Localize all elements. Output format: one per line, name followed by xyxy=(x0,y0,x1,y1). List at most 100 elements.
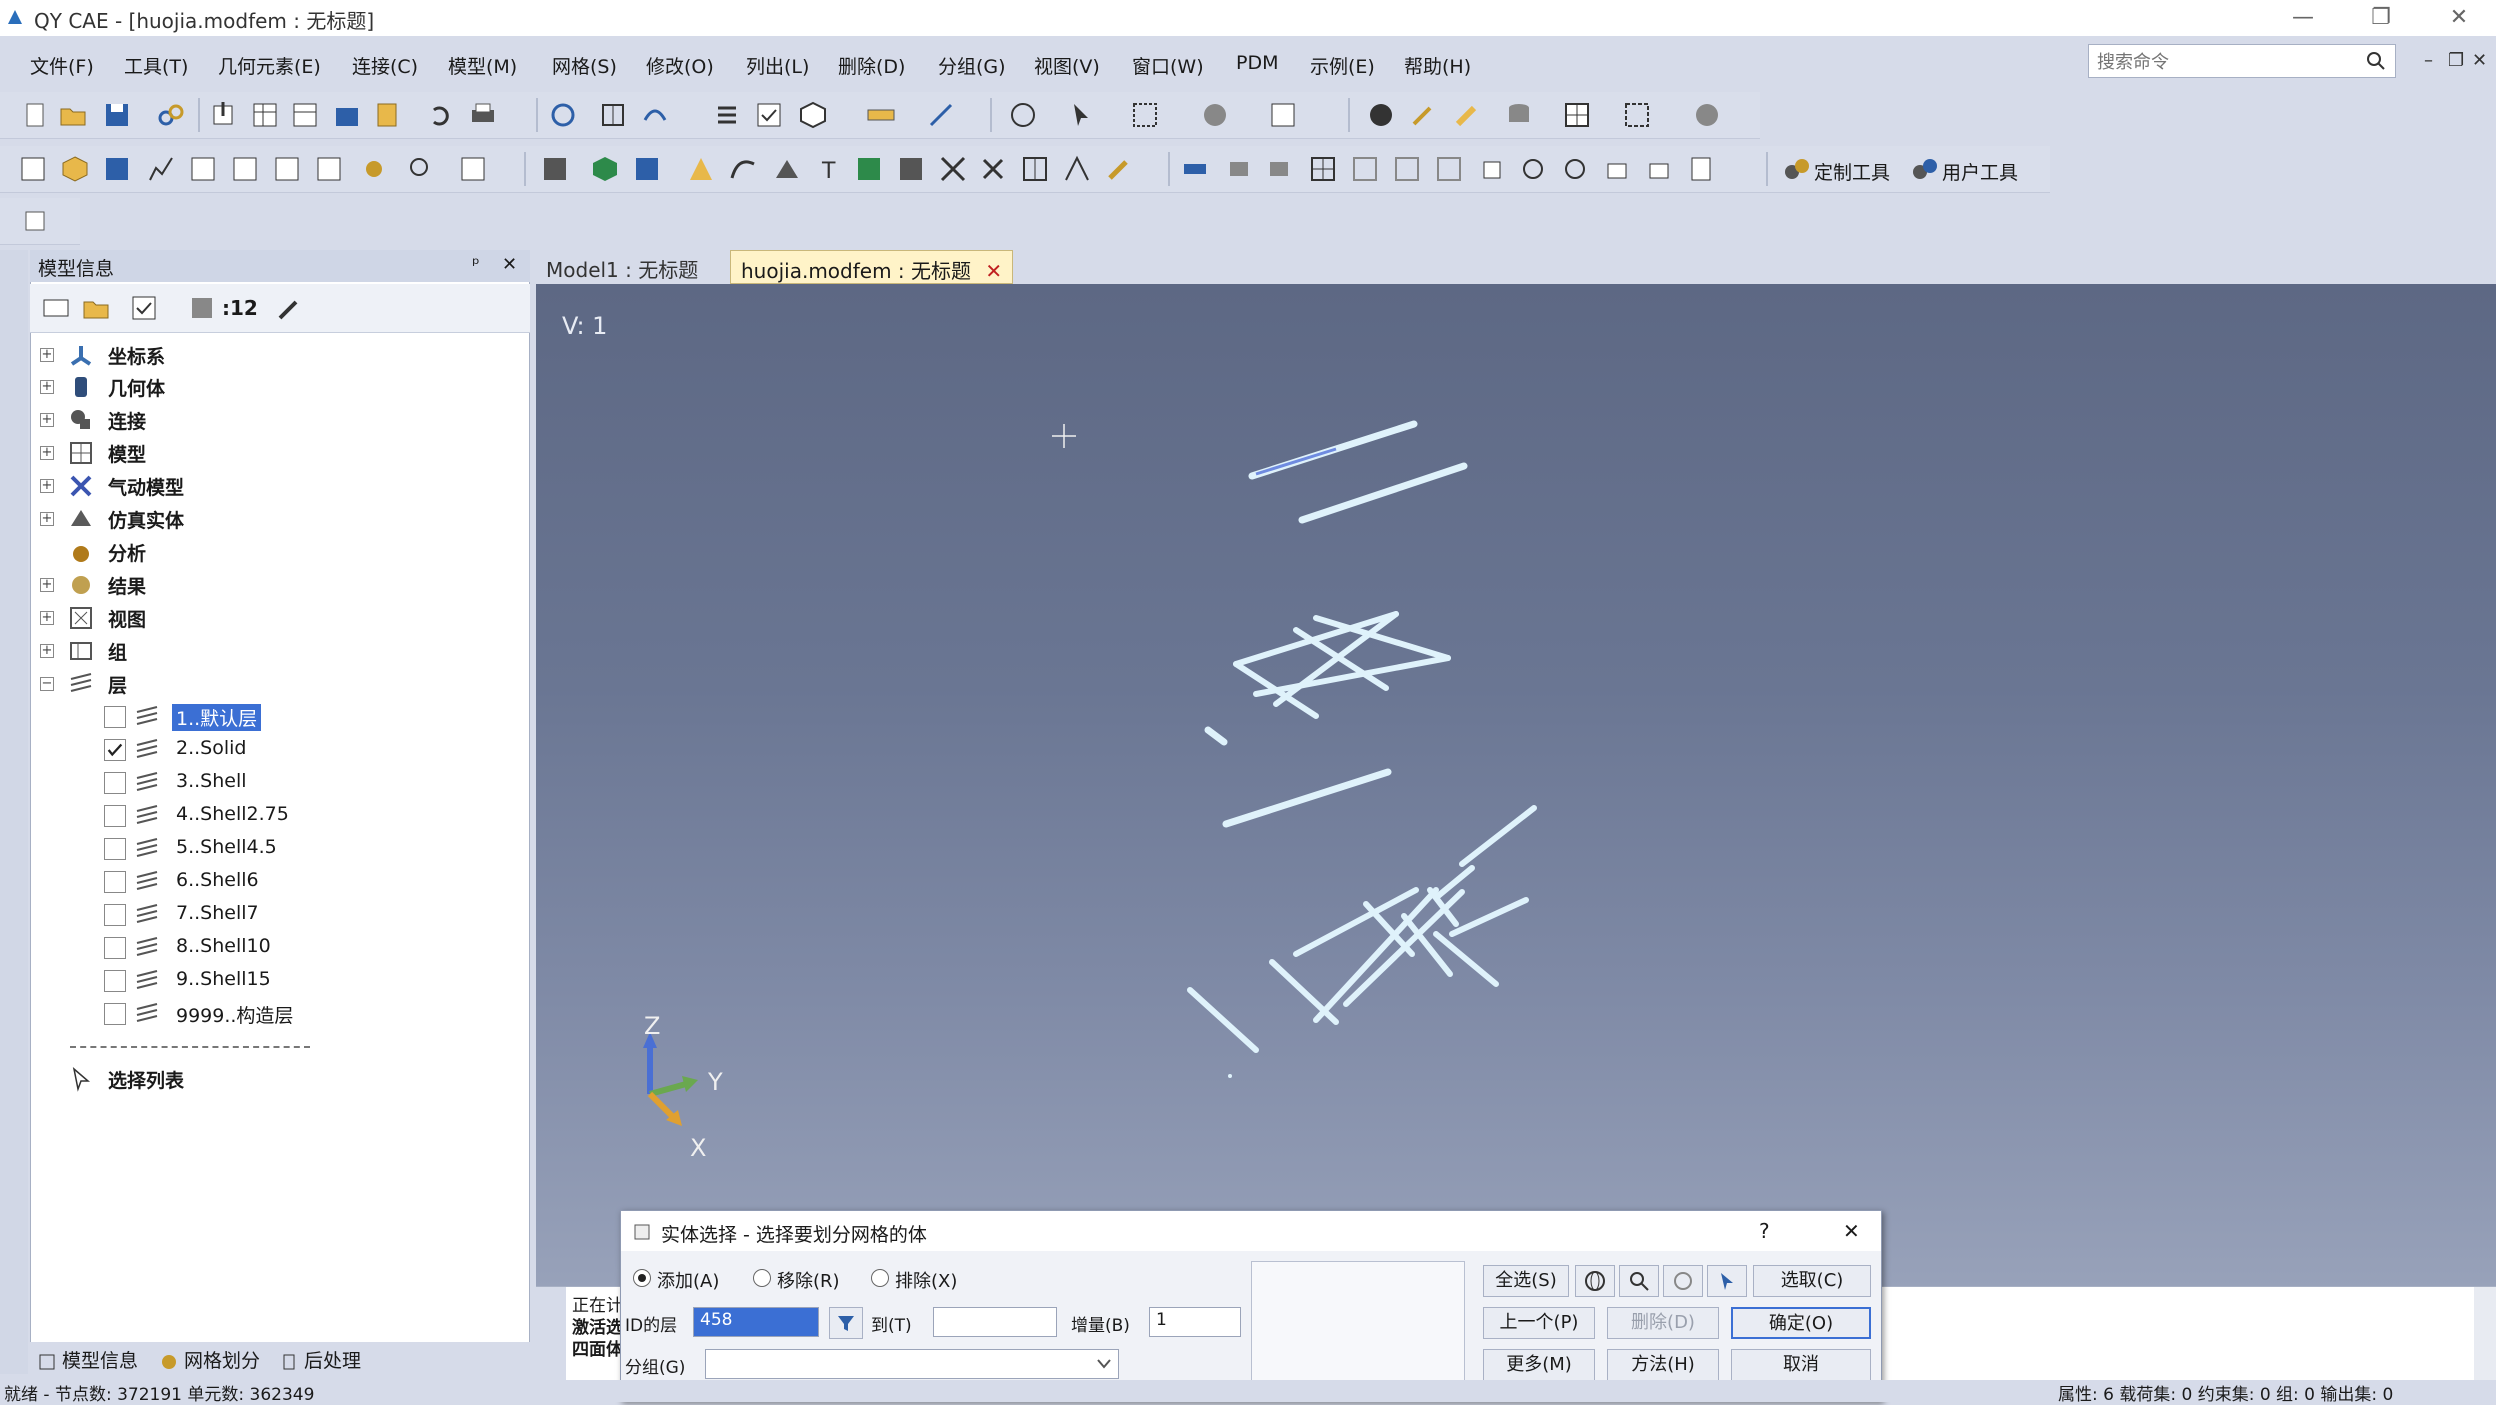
menu-help[interactable]: 帮助(H) xyxy=(1404,52,1471,79)
dialog-close-button[interactable]: ✕ xyxy=(1843,1219,1860,1243)
method-button[interactable]: 方法(H) xyxy=(1607,1349,1719,1381)
expand-toggle[interactable]: + xyxy=(40,413,54,427)
report-icon[interactable] xyxy=(372,100,402,130)
select-all-button[interactable]: 全选(S) xyxy=(1483,1265,1569,1297)
collapse-toggle[interactable]: − xyxy=(40,677,54,691)
user-tools-icon[interactable] xyxy=(1910,154,1940,184)
expand-toggle[interactable]: + xyxy=(40,446,54,460)
layer-checkbox[interactable] xyxy=(104,937,126,959)
undo-icon[interactable] xyxy=(426,100,456,130)
load-icon[interactable] xyxy=(230,154,260,184)
volume-icon[interactable] xyxy=(854,154,884,184)
material-icon[interactable] xyxy=(102,154,132,184)
tab-model-info[interactable]: 模型信息 xyxy=(38,1346,138,1373)
fit-view-icon[interactable] xyxy=(598,100,628,130)
ok-button[interactable]: 确定(O) xyxy=(1731,1307,1871,1339)
layout-icon[interactable] xyxy=(1562,100,1592,130)
property-icon[interactable] xyxy=(188,154,218,184)
link-icon[interactable] xyxy=(156,100,186,130)
table-icon[interactable] xyxy=(250,100,280,130)
expand-all-icon[interactable] xyxy=(42,294,70,322)
measure-icon[interactable] xyxy=(926,100,956,130)
expand-toggle[interactable]: + xyxy=(40,578,54,592)
ruler-icon[interactable] xyxy=(866,100,896,130)
layout-b-icon[interactable] xyxy=(1392,154,1422,184)
print-icon[interactable] xyxy=(468,100,498,130)
mesh-control-icon[interactable] xyxy=(632,154,662,184)
layer-checkbox[interactable] xyxy=(104,970,126,992)
tab-huojia[interactable]: huojia.modfem : 无标题 ✕ xyxy=(730,250,1014,284)
surface-icon[interactable] xyxy=(772,154,802,184)
layer-checkbox[interactable] xyxy=(104,739,126,761)
command-search[interactable] xyxy=(2088,44,2396,78)
cube-icon[interactable] xyxy=(798,100,828,130)
restore-button[interactable]: ❐ xyxy=(2358,2,2404,34)
grid-icon[interactable] xyxy=(1020,154,1050,184)
menu-delete[interactable]: 删除(D) xyxy=(838,52,905,79)
close-button[interactable]: ✕ xyxy=(2436,2,2482,34)
layer-checkbox[interactable] xyxy=(104,706,126,728)
menu-geometry[interactable]: 几何元素(E) xyxy=(218,52,321,79)
graphics-viewport[interactable]: V: 1 Z Y X xyxy=(536,284,2496,1290)
custom-tools-icon[interactable] xyxy=(1782,154,1812,184)
output-panel-handle[interactable] xyxy=(536,1287,566,1381)
menu-file[interactable]: 文件(F) xyxy=(30,52,94,79)
reflect-icon[interactable] xyxy=(1644,154,1674,184)
check-all-icon[interactable] xyxy=(130,294,158,322)
group-select[interactable] xyxy=(705,1349,1119,1379)
user-tools-label[interactable]: 用户工具 xyxy=(1942,158,2018,185)
panel-close-icon[interactable]: ✕ xyxy=(502,254,517,275)
pin-icon[interactable]: ᵖ xyxy=(472,254,480,275)
box-select-icon[interactable] xyxy=(1130,100,1160,130)
model-geometry[interactable] xyxy=(536,284,2496,1290)
scale-icon[interactable] xyxy=(1602,154,1632,184)
folder-up-icon[interactable] xyxy=(82,294,110,322)
menu-model[interactable]: 模型(M) xyxy=(448,52,517,79)
extra-tool-icon[interactable] xyxy=(20,206,50,236)
to-input[interactable] xyxy=(933,1307,1057,1337)
id-input[interactable]: 458 xyxy=(693,1307,819,1337)
search-entity-icon[interactable] xyxy=(406,154,436,184)
zoom-select-button[interactable] xyxy=(1619,1265,1659,1297)
search-icon[interactable] xyxy=(2365,50,2387,72)
layer-checkbox[interactable] xyxy=(104,1003,126,1025)
expand-toggle[interactable]: + xyxy=(40,512,54,526)
expand-toggle[interactable]: + xyxy=(40,611,54,625)
menu-list[interactable]: 列出(L) xyxy=(746,52,809,79)
radio-exclude[interactable] xyxy=(871,1269,889,1287)
pick-mode-button[interactable] xyxy=(1707,1265,1747,1297)
text-icon[interactable]: T xyxy=(814,154,844,184)
analysis-icon[interactable] xyxy=(458,154,488,184)
output-scrollbar[interactable] xyxy=(2474,1287,2496,1381)
cancel-icon[interactable] xyxy=(1200,100,1230,130)
radio-remove[interactable] xyxy=(753,1269,771,1287)
save-icon[interactable] xyxy=(102,100,132,130)
solid-mesh-icon[interactable] xyxy=(590,154,620,184)
align-left-icon[interactable] xyxy=(1180,154,1210,184)
sphere-select-button[interactable] xyxy=(1575,1265,1615,1297)
chevron-down-icon[interactable] xyxy=(1097,1359,1111,1369)
layer-checkbox[interactable] xyxy=(104,838,126,860)
element-icon[interactable] xyxy=(686,154,716,184)
menu-pdm[interactable]: PDM xyxy=(1236,52,1278,74)
list-icon[interactable] xyxy=(712,100,742,130)
geometry-icon[interactable] xyxy=(60,154,90,184)
import-icon[interactable] xyxy=(208,100,238,130)
layout-c-icon[interactable] xyxy=(1434,154,1464,184)
select-icon[interactable] xyxy=(1008,100,1038,130)
table-edit-icon[interactable] xyxy=(290,100,320,130)
transform-icon[interactable] xyxy=(640,100,670,130)
mesh-icon[interactable] xyxy=(540,154,570,184)
chart-icon[interactable] xyxy=(146,154,176,184)
minimize-button[interactable]: — xyxy=(2280,2,2326,34)
dialog-title-bar[interactable]: 实体选择 - 选择要划分网格的体 ? ✕ xyxy=(621,1211,1881,1251)
region-icon[interactable] xyxy=(1622,100,1652,130)
tab-close-icon[interactable]: ✕ xyxy=(985,259,1002,283)
menu-connect[interactable]: 连接(C) xyxy=(352,52,418,79)
menu-group[interactable]: 分组(G) xyxy=(938,52,1006,79)
mdi-restore-button[interactable]: ❐ xyxy=(2448,50,2464,71)
layer-checkbox[interactable] xyxy=(104,904,126,926)
highlight-icon[interactable] xyxy=(1452,100,1482,130)
delete-button[interactable]: 删除(D) xyxy=(1607,1307,1719,1339)
curve-icon[interactable] xyxy=(728,154,758,184)
